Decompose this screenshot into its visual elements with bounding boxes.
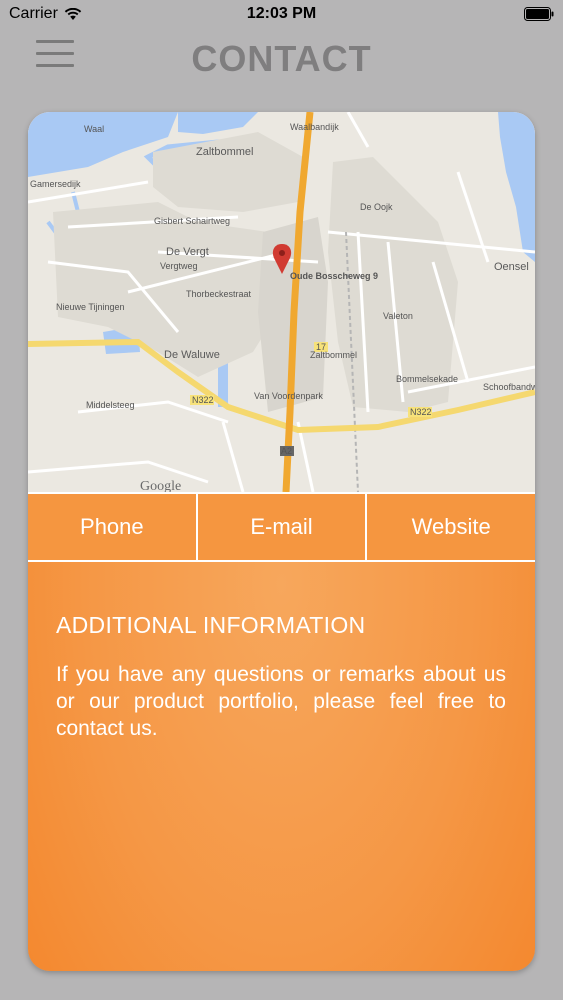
phone-button[interactable]: Phone	[28, 494, 196, 560]
road-badge: N322	[408, 407, 432, 417]
map-street-label: Nieuwe Tijningen	[56, 302, 125, 312]
google-logo: Google	[140, 479, 181, 492]
location-map[interactable]: Oude Bosscheweg 9 Zaltbommel De Vergt De…	[28, 112, 535, 492]
info-body: If you have any questions or remarks abo…	[56, 663, 506, 740]
battery-icon	[524, 7, 554, 21]
svg-text:N322: N322	[410, 407, 432, 417]
map-street-label: Thorbeckestraat	[186, 289, 252, 299]
map-place-label: Oensel	[494, 261, 529, 273]
map-street-label: Waal	[84, 124, 104, 134]
map-street-label: Gisbert Schairtweg	[154, 216, 230, 226]
map-place-label: De Waluwe	[164, 349, 220, 361]
svg-text:N322: N322	[192, 395, 214, 405]
page-title: CONTACT	[191, 38, 372, 79]
map-street-label: Vergtweg	[160, 261, 198, 271]
map-canvas[interactable]: Oude Bosscheweg 9 Zaltbommel De Vergt De…	[28, 112, 535, 492]
map-street-label: Gamersedijk	[30, 179, 81, 189]
website-button[interactable]: Website	[365, 494, 535, 560]
contact-actions: Phone E-mail Website	[28, 492, 535, 562]
map-street-label: Waalbandijk	[290, 122, 339, 132]
map-street-label: Middelsteeg	[86, 400, 135, 410]
contact-card: Oude Bosscheweg 9 Zaltbommel De Vergt De…	[28, 112, 535, 971]
map-place-label: Zaltbommel	[196, 146, 253, 158]
svg-text:A2: A2	[281, 446, 292, 456]
road-badge: N322	[190, 395, 214, 405]
map-pin-label: Oude Bosscheweg 9	[290, 271, 378, 281]
map-place-label: De Vergt	[166, 246, 209, 258]
map-exit-label: Zaltbommel	[310, 350, 357, 360]
nav-bar: CONTACT	[0, 30, 563, 92]
map-street-label: Bommelsekade	[396, 374, 458, 384]
status-time: 12:03 PM	[246, 5, 317, 22]
road-badge: A2	[280, 446, 294, 456]
map-place-label: De Oojk	[360, 202, 393, 212]
email-button[interactable]: E-mail	[195, 494, 366, 560]
map-place-label: Valeton	[383, 311, 413, 321]
additional-info: ADDITIONAL INFORMATION If you have any q…	[56, 612, 506, 742]
info-heading: ADDITIONAL INFORMATION	[56, 612, 366, 638]
map-place-label: Van Voordenpark	[254, 391, 323, 401]
map-street-label: Schoofbandweg	[483, 382, 535, 392]
status-bar: Carrier 12:03 PM	[0, 0, 563, 30]
